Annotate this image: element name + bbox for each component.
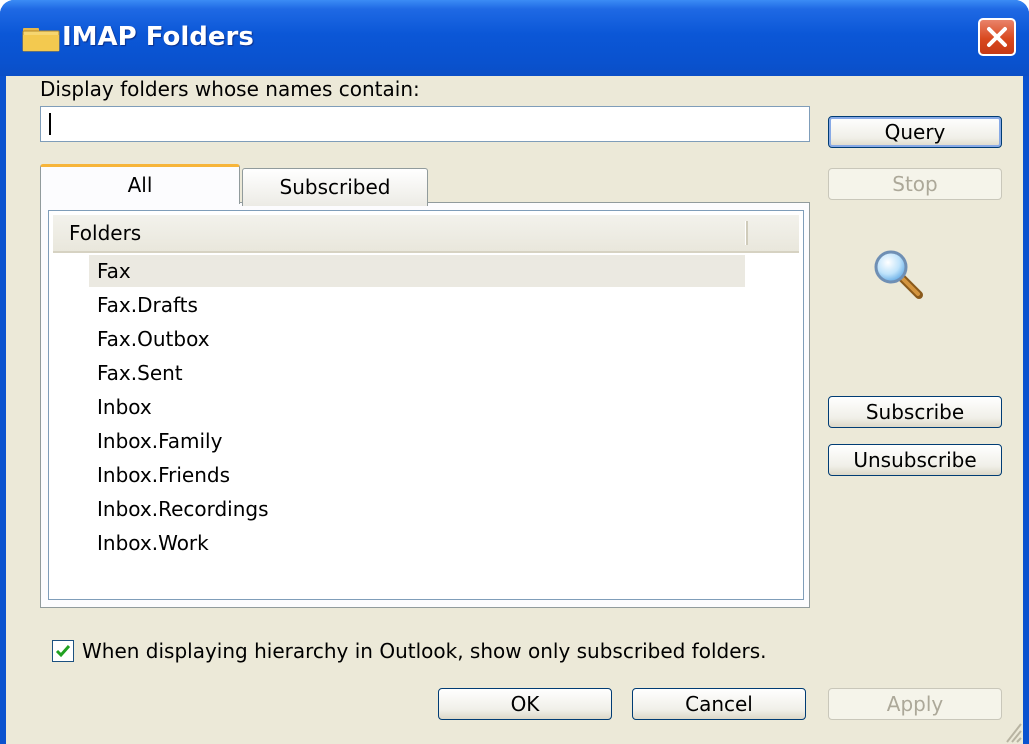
title-bar[interactable]: IMAP Folders	[0, 0, 1029, 76]
resize-grip-icon[interactable]	[1001, 714, 1023, 744]
cancel-button[interactable]: Cancel	[632, 688, 806, 720]
column-separator[interactable]	[745, 221, 748, 245]
list-item[interactable]: Inbox.Recordings	[89, 493, 745, 525]
dialog-client-area: Display folders whose names contain: Que…	[6, 76, 1023, 744]
tab-all[interactable]: All	[40, 164, 240, 204]
filter-label: Display folders whose names contain:	[40, 77, 420, 101]
list-item[interactable]: Fax.Drafts	[89, 289, 745, 321]
window-title: IMAP Folders	[62, 22, 254, 52]
list-item[interactable]: Inbox.Friends	[89, 459, 745, 491]
window-border-right	[1023, 76, 1029, 744]
apply-button[interactable]: Apply	[828, 688, 1002, 720]
ok-button[interactable]: OK	[438, 688, 612, 720]
folder-name-filter-input[interactable]	[40, 106, 810, 142]
unsubscribe-button[interactable]: Unsubscribe	[828, 444, 1002, 476]
imap-folders-dialog: IMAP Folders Display folders whose names…	[0, 0, 1029, 744]
folders-column-header[interactable]: Folders	[53, 215, 799, 253]
list-item[interactable]: Inbox.Work	[89, 527, 745, 559]
tab-subscribed[interactable]: Subscribed	[242, 168, 428, 206]
folder-list[interactable]: Folders Fax Fax.Drafts Fax.Outbox Fax.Se…	[48, 210, 804, 600]
list-item[interactable]: Fax.Sent	[89, 357, 745, 389]
magnifier-icon	[874, 250, 923, 299]
list-item[interactable]: Fax.Outbox	[89, 323, 745, 355]
query-button[interactable]: Query	[828, 116, 1002, 148]
subscribe-button[interactable]: Subscribe	[828, 396, 1002, 428]
folder-icon	[22, 28, 60, 52]
column-header-label: Folders	[69, 221, 142, 245]
list-item[interactable]: Fax	[89, 255, 745, 287]
checkmark-icon	[55, 645, 71, 658]
text-caret	[49, 113, 51, 135]
show-subscribed-only-label[interactable]: When displaying hierarchy in Outlook, sh…	[82, 638, 767, 664]
close-icon	[987, 27, 1007, 47]
show-subscribed-only-checkbox[interactable]	[52, 640, 74, 662]
list-item[interactable]: Inbox.Family	[89, 425, 745, 457]
list-item[interactable]: Inbox	[89, 391, 745, 423]
stop-button[interactable]: Stop	[828, 168, 1002, 200]
close-button[interactable]	[978, 18, 1016, 56]
